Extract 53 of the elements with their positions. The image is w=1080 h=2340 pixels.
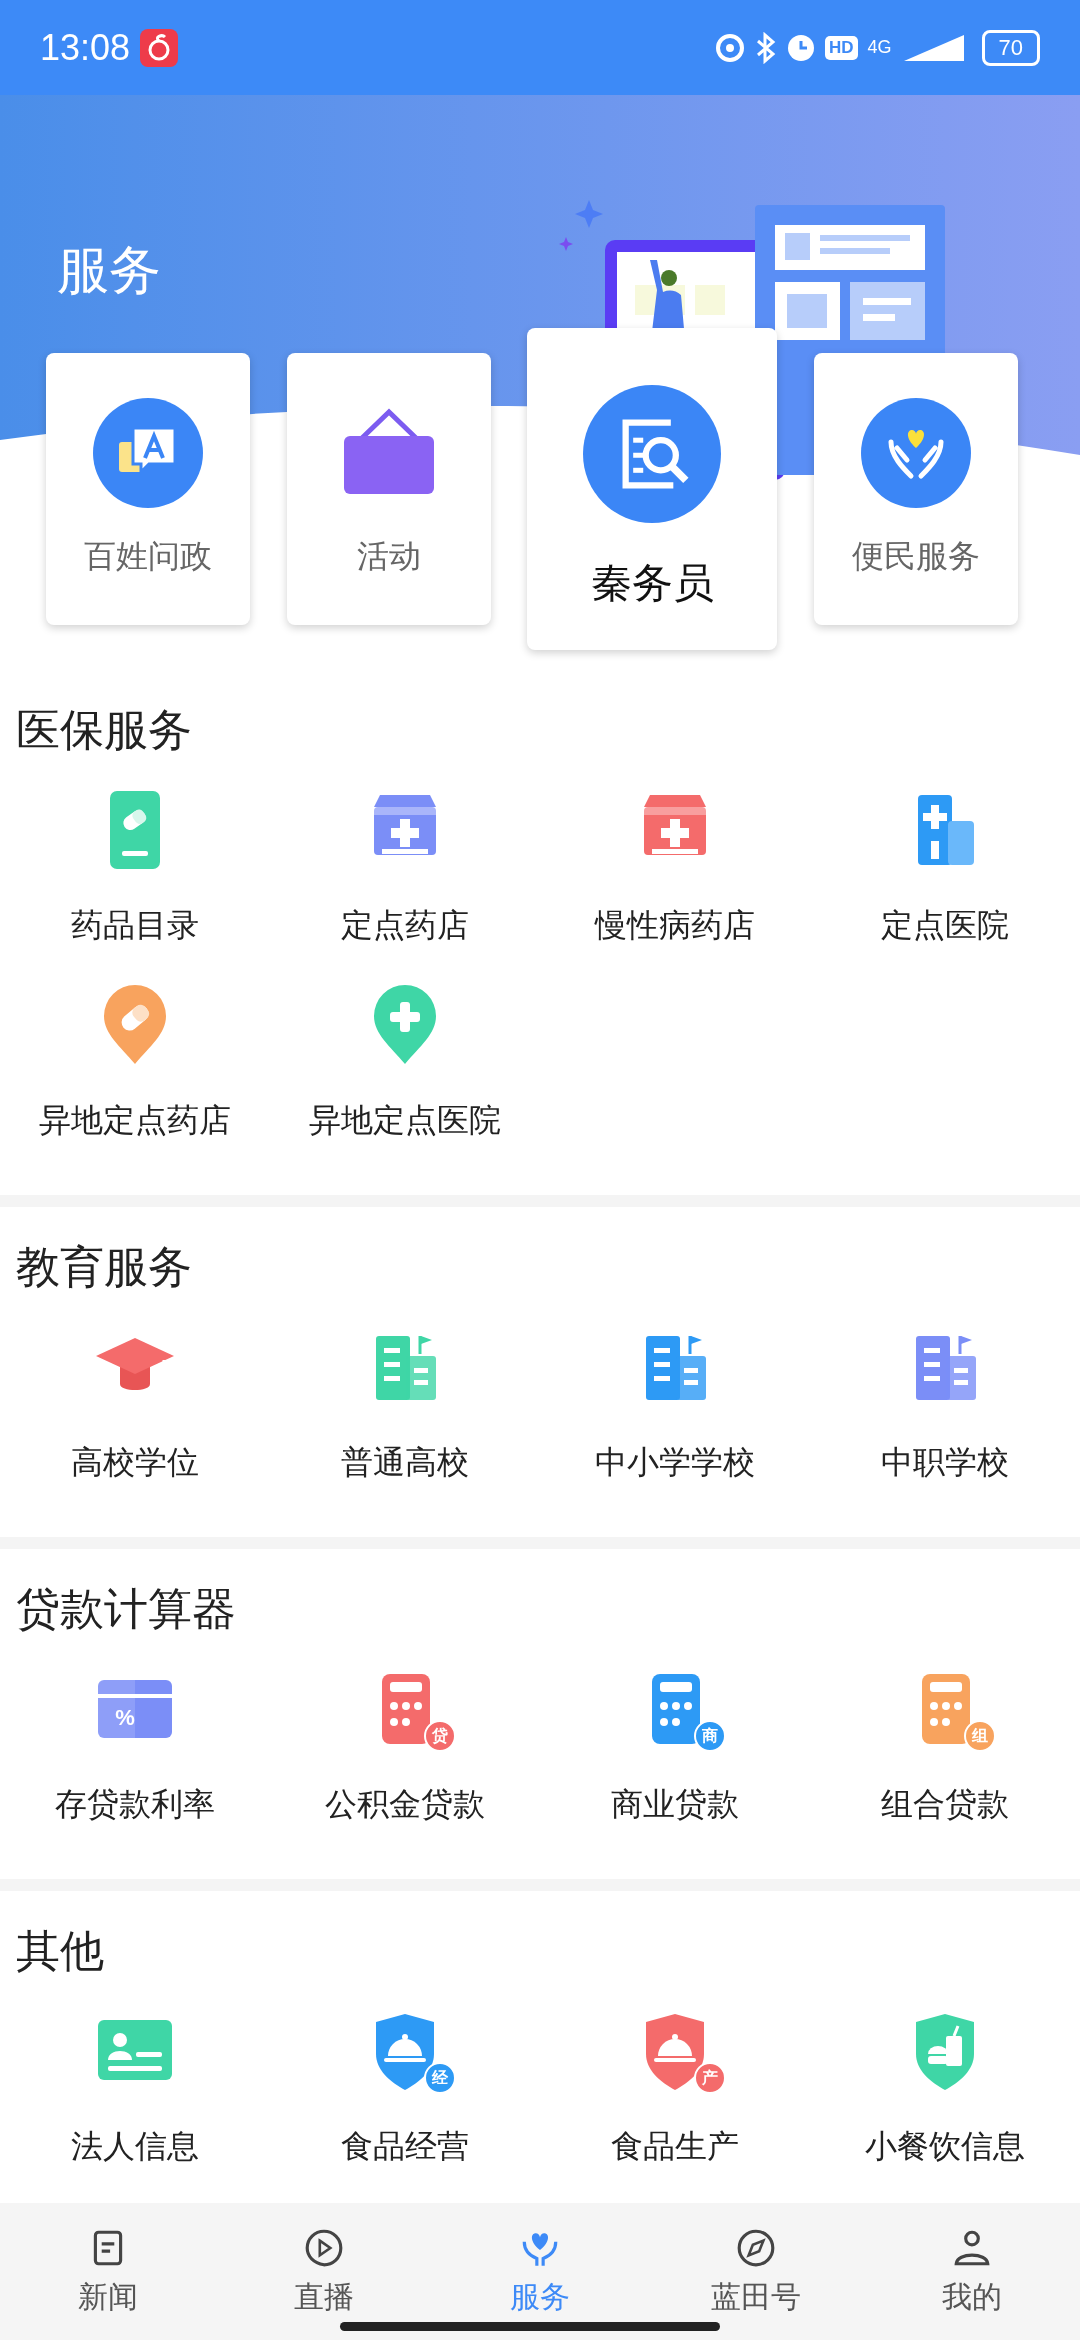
section-title: 贷款计算器 xyxy=(15,1583,237,1635)
card-label: 活动 xyxy=(356,537,421,576)
service-label[interactable]: 公积金贷款 xyxy=(325,1784,485,1824)
service-label[interactable]: 异地定点医院 xyxy=(309,1100,501,1140)
service-card[interactable]: 百姓问政 xyxy=(46,353,250,625)
icon-badge: 产 xyxy=(694,2062,726,2094)
tab-item[interactable]: 新闻 xyxy=(0,2203,216,2340)
icon-badge: 组 xyxy=(964,1720,996,1752)
service-label[interactable]: 食品生产 xyxy=(611,2126,739,2166)
section-title: 医保服务 xyxy=(15,704,193,756)
service-label[interactable]: 商业贷款 xyxy=(611,1784,739,1824)
service-label[interactable]: 药品目录 xyxy=(71,905,199,945)
tab-item[interactable]: 蓝田号 xyxy=(648,2203,864,2340)
service-card[interactable]: 秦务员 xyxy=(527,328,778,650)
clock-icon xyxy=(786,33,815,62)
card-label: 秦务员 xyxy=(590,563,714,603)
service-label[interactable]: 慢性病药店 xyxy=(595,905,755,945)
service-label[interactable]: 普通高校 xyxy=(341,1442,469,1482)
service-label[interactable]: 存贷款利率 xyxy=(55,1784,215,1824)
service-label[interactable]: 食品经营 xyxy=(341,2126,469,2166)
service-label[interactable]: 小餐饮信息 xyxy=(865,2126,1025,2166)
status-time: 13:08 xyxy=(40,26,131,69)
service-label[interactable]: 定点药店 xyxy=(341,905,469,945)
section-title: 其他 xyxy=(15,1925,105,1977)
compass-icon xyxy=(735,2227,777,2269)
service-label[interactable]: 高校学位 xyxy=(71,1442,199,1482)
icon-badge: 商 xyxy=(694,1720,726,1752)
document-search-icon xyxy=(583,385,722,523)
page-title: 服务 xyxy=(57,240,161,301)
service-card[interactable]: 活动 xyxy=(286,353,491,625)
service-label[interactable]: 中职学校 xyxy=(881,1442,1009,1482)
play-icon xyxy=(303,2227,345,2269)
network-type: 4G xyxy=(867,37,892,58)
battery-level: 70 xyxy=(981,29,1040,66)
icon-badge: 贷 xyxy=(424,1720,456,1752)
service-label[interactable]: 法人信息 xyxy=(71,2126,199,2166)
app-notification-icon xyxy=(140,28,179,67)
section-title: 教育服务 xyxy=(15,1241,193,1293)
icon-badge: 经 xyxy=(424,2062,456,2094)
bluetooth-icon xyxy=(754,31,777,64)
service-label[interactable]: 异地定点药店 xyxy=(39,1100,231,1140)
service-card[interactable]: 便民服务 xyxy=(813,353,1018,625)
hd-badge: HD xyxy=(824,35,858,60)
card-label: 便民服务 xyxy=(851,537,980,576)
service-label[interactable]: 中小学学校 xyxy=(595,1442,755,1482)
tab-item[interactable]: 直播 xyxy=(216,2203,432,2340)
tab-item[interactable]: 我的 xyxy=(864,2203,1080,2340)
service-label[interactable]: 定点医院 xyxy=(881,905,1009,945)
chat-bubbles-icon xyxy=(93,398,203,508)
service-label[interactable]: 组合贷款 xyxy=(881,1784,1009,1824)
percent-sign: % xyxy=(114,1704,136,1732)
circle-b-icon xyxy=(714,32,745,63)
card-label: 百姓问政 xyxy=(84,537,212,576)
